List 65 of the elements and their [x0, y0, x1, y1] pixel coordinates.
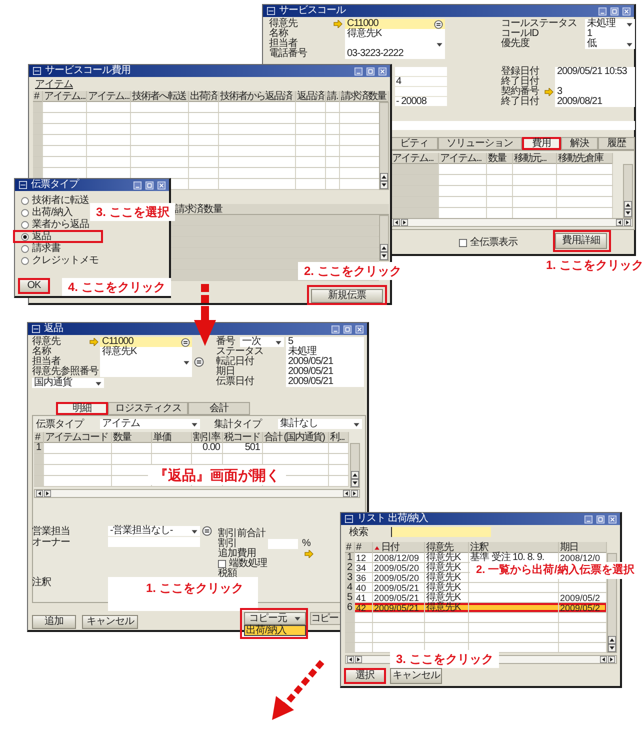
table-cell: 得意先K [425, 602, 462, 612]
field-label: 契約番号 [501, 87, 539, 97]
field-label: 追加費用 [218, 549, 256, 559]
instruction-tooltip: 3. ここをクリック [390, 650, 500, 668]
field-label: コールステータス [501, 19, 577, 29]
table-cell: 得意先K [425, 582, 462, 592]
instruction-tooltip: 4. ここをクリック [62, 278, 172, 296]
instruction-tooltip: 3. ここを選択 [90, 203, 176, 221]
table-cell: 2009/05/2 [559, 592, 602, 602]
field-label: 注釈 [32, 578, 51, 588]
window-title: リスト 出荷/納入 [357, 514, 430, 524]
table-cell: 基準 受注 10. 8. 9. [469, 552, 546, 562]
field-label: 伝票タイプ [36, 420, 84, 430]
table-cell: 2009/05/21 [373, 592, 420, 602]
table-cell: 2009/05/21 [373, 602, 420, 612]
window-title: 伝票タイプ [31, 180, 80, 190]
field-label: 優先度 [501, 39, 530, 49]
field-label: 割引 [218, 539, 237, 549]
table-cell: 2008/12/0 [559, 552, 602, 562]
field-label: 登録日付 [501, 67, 539, 77]
table-cell: 41 [355, 592, 368, 602]
field-label: 転記日付 [216, 357, 254, 367]
table-cell: 得意先K [425, 552, 462, 562]
field-label: 伝票日付 [216, 377, 254, 387]
table-cell: 40 [355, 582, 368, 592]
field-label: 電話番号 [269, 49, 307, 59]
field-label: 担当者 [269, 39, 298, 49]
field-label: 名称 [269, 29, 288, 39]
field-label: 集計タイプ [214, 420, 262, 430]
table-cell: 得意先K [425, 562, 462, 572]
field-label: 番号 [216, 337, 235, 347]
field-label: 税額 [218, 569, 237, 579]
table-cell: 12 [355, 552, 368, 562]
field-label: 割引前合計 [218, 529, 266, 539]
field-label: 得意先 [269, 19, 298, 29]
field-label: 終了日付 [501, 97, 539, 107]
unit-label: % [302, 539, 310, 549]
window-title: サービスコール費用 [45, 66, 132, 76]
instruction-tooltip: 『返品』画面が開く [148, 465, 286, 485]
field-label: コールID [501, 29, 538, 39]
table-cell: 42 [355, 602, 368, 612]
window-title: 返品 [44, 324, 64, 334]
field-label: ステータス [216, 347, 264, 357]
field-label: 得意先参照番号 [32, 367, 98, 377]
table-cell: 得意先K [425, 572, 462, 582]
section-label: アイテム [35, 80, 73, 90]
table-cell: 34 [355, 562, 368, 572]
table-cell: 36 [355, 572, 368, 582]
table-cell: 0.00 [202, 443, 220, 453]
table-cell: 501 [244, 443, 260, 453]
table-cell: 2009/05/2 [559, 602, 602, 612]
table-cell: 2008/12/09 [373, 552, 420, 562]
field-label: 検索 [349, 528, 368, 538]
table-cell: 得意先K [425, 592, 462, 602]
table-cell: 2009/05/20 [373, 562, 420, 572]
window-title: サービスコール [279, 6, 347, 16]
field-label: 終了日付 [501, 77, 539, 87]
field-label: 得意先 [32, 337, 60, 347]
table-cell: 2009/05/20 [373, 572, 420, 582]
field-label: 営業担当 [32, 527, 70, 537]
field-label: オーナー [32, 538, 70, 548]
field-label: 期日 [216, 367, 235, 377]
field-label: 担当者 [32, 357, 60, 367]
field-label: 名称 [32, 347, 51, 357]
table-cell: 2009/05/21 [373, 582, 420, 592]
